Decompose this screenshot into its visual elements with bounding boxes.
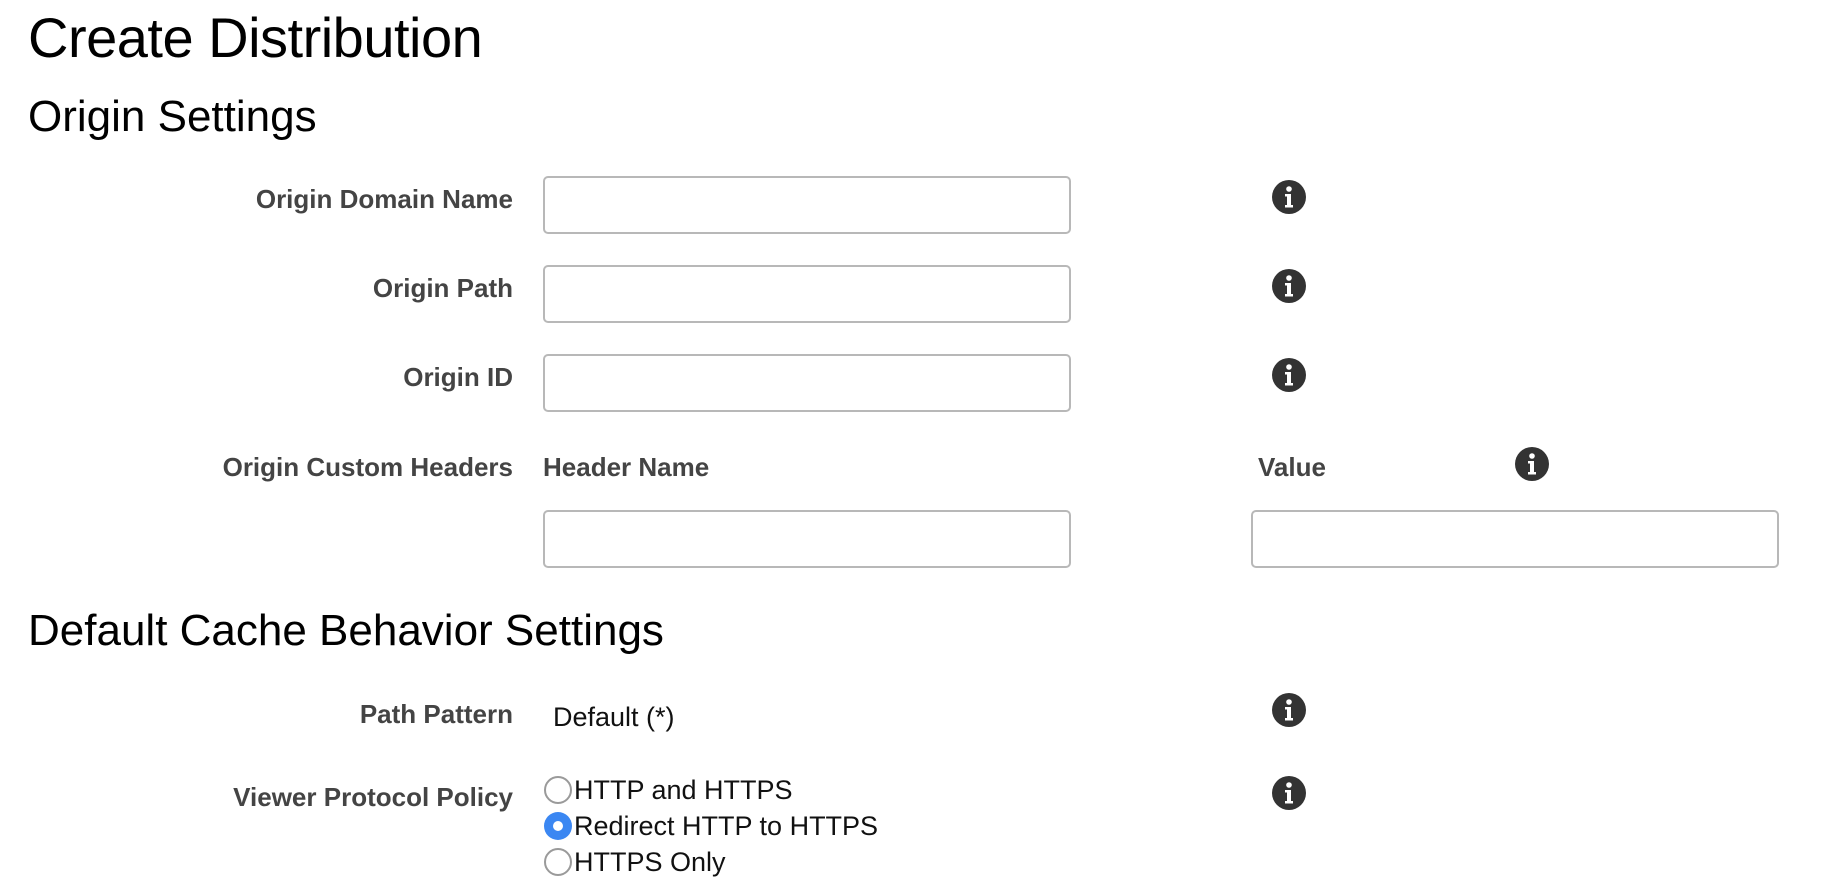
info-icon[interactable] — [1515, 447, 1549, 481]
info-glyph — [1528, 453, 1536, 475]
radio-option-http-and-https[interactable]: HTTP and HTTPS — [544, 772, 878, 808]
path-pattern-label: Path Pattern — [359, 699, 513, 729]
viewer-protocol-policy-radio-group: HTTP and HTTPS Redirect HTTP to HTTPS HT… — [544, 772, 878, 880]
origin-path-label: Origin Path — [372, 273, 513, 303]
viewer-protocol-policy-label: Viewer Protocol Policy — [233, 782, 513, 812]
header-value-input[interactable] — [1251, 510, 1779, 568]
info-icon[interactable] — [1272, 358, 1306, 392]
radio-option-redirect-http-to-https[interactable]: Redirect HTTP to HTTPS — [544, 808, 878, 844]
path-pattern-value: Default (*) — [553, 702, 675, 732]
info-glyph — [1285, 186, 1293, 208]
info-glyph — [1285, 699, 1293, 721]
info-icon[interactable] — [1272, 776, 1306, 810]
radio-button[interactable] — [544, 848, 572, 876]
origin-id-input[interactable] — [543, 354, 1071, 412]
info-glyph — [1285, 275, 1293, 297]
info-glyph — [1285, 364, 1293, 386]
info-glyph — [1285, 782, 1293, 804]
origin-custom-headers-label: Origin Custom Headers — [222, 452, 513, 482]
origin-domain-name-label: Origin Domain Name — [255, 184, 513, 214]
radio-option-https-only[interactable]: HTTPS Only — [544, 844, 878, 880]
origin-domain-name-input[interactable] — [543, 176, 1071, 234]
radio-button-selected[interactable] — [544, 812, 572, 840]
header-name-column-label: Header Name — [543, 452, 710, 482]
page-title: Create Distribution — [28, 6, 483, 69]
radio-label: Redirect HTTP to HTTPS — [574, 811, 879, 841]
cache-behavior-heading: Default Cache Behavior Settings — [28, 606, 664, 655]
origin-id-label: Origin ID — [403, 362, 513, 392]
info-icon[interactable] — [1272, 180, 1306, 214]
origin-settings-heading: Origin Settings — [28, 92, 317, 141]
value-column-label: Value — [1258, 452, 1326, 482]
origin-path-input[interactable] — [543, 265, 1071, 323]
info-icon[interactable] — [1272, 693, 1306, 727]
header-name-input[interactable] — [543, 510, 1071, 568]
info-icon[interactable] — [1272, 269, 1306, 303]
radio-label: HTTPS Only — [574, 847, 726, 877]
radio-label: HTTP and HTTPS — [574, 775, 793, 805]
radio-button[interactable] — [544, 776, 572, 804]
